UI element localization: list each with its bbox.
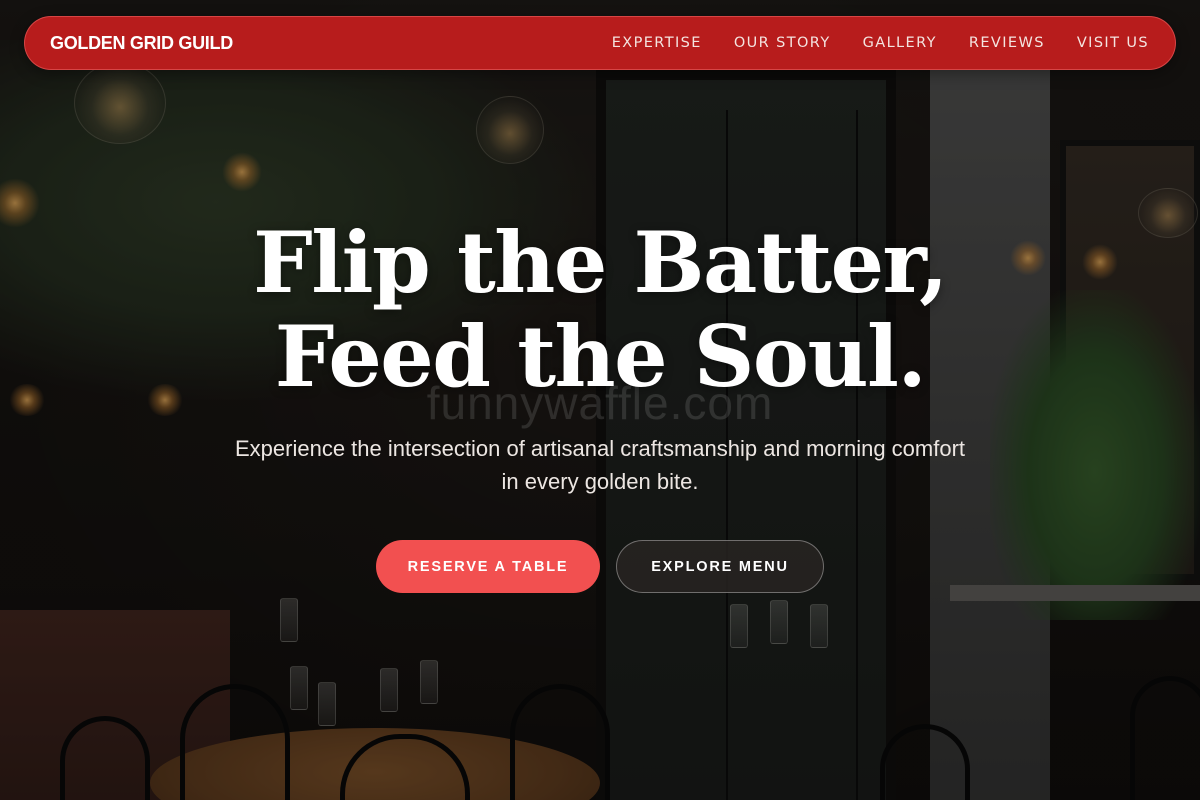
top-navbar: GOLDEN GRID GUILD EXPERTISE OUR STORY GA…	[24, 16, 1176, 70]
nav-links: EXPERTISE OUR STORY GALLERY REVIEWS VISI…	[612, 35, 1149, 51]
headline-line-2: Feed the Soul.	[274, 307, 927, 406]
cta-row: RESERVE A TABLE EXPLORE MENU	[0, 540, 1200, 593]
headline-line-1: Flip the Batter,	[253, 213, 948, 312]
hero-content: Flip the Batter, Feed the Soul. Experien…	[0, 216, 1200, 593]
hero-headline: Flip the Batter, Feed the Soul.	[0, 216, 1200, 404]
nav-link-visit-us[interactable]: VISIT US	[1077, 35, 1149, 51]
subtitle-line-1: Experience the intersection of artisanal…	[234, 436, 966, 461]
nav-link-reviews[interactable]: REVIEWS	[969, 35, 1045, 51]
hero-section: funnywaffle.com GOLDEN GRID GUILD EXPERT…	[0, 0, 1200, 800]
explore-menu-button[interactable]: EXPLORE MENU	[616, 540, 824, 593]
hero-subtitle: Experience the intersection of artisanal…	[170, 432, 1030, 498]
brand-logo[interactable]: GOLDEN GRID GUILD	[50, 33, 233, 54]
nav-link-gallery[interactable]: GALLERY	[863, 35, 937, 51]
subtitle-line-2: in every golden bite.	[501, 469, 699, 494]
reserve-table-button[interactable]: RESERVE A TABLE	[376, 540, 600, 593]
nav-link-our-story[interactable]: OUR STORY	[734, 35, 831, 51]
nav-link-expertise[interactable]: EXPERTISE	[612, 35, 702, 51]
